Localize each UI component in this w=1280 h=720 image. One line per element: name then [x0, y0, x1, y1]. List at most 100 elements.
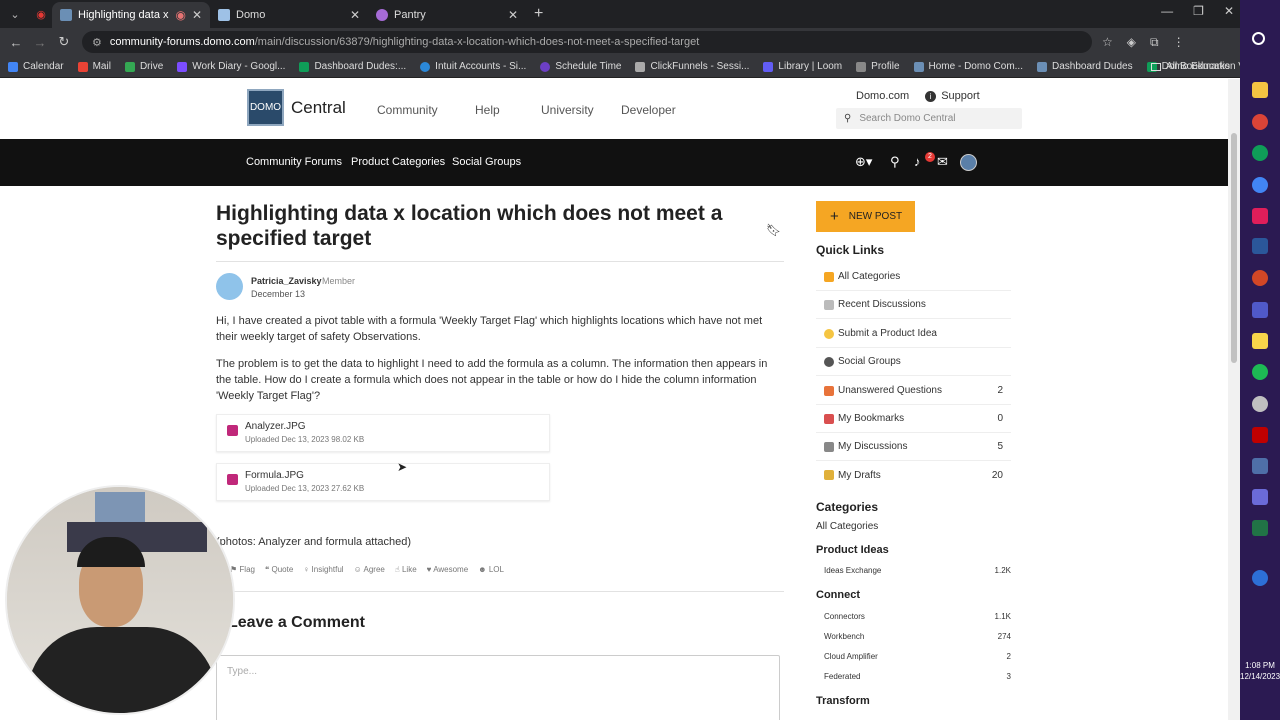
menu-icon[interactable]: ⋮	[1173, 35, 1185, 50]
search-icon[interactable]	[1252, 32, 1265, 45]
quick-link-my-discussions[interactable]: My Discussions 5	[816, 433, 1011, 461]
user-avatar[interactable]	[960, 154, 977, 171]
new-tab-icon[interactable]: +	[534, 5, 543, 23]
globe-icon[interactable]: ⊕▾	[855, 154, 872, 170]
subnav-community-forums[interactable]: Community Forums	[246, 156, 342, 168]
new-post-button[interactable]: + NEW POST	[816, 201, 915, 232]
reaction-lol[interactable]: ☻ LOL	[478, 565, 504, 574]
minimize-icon[interactable]: —	[1161, 4, 1173, 18]
bookmark[interactable]: Home - Domo Com...	[913, 61, 1023, 72]
category-label: Cloud Amplifier	[824, 652, 878, 661]
bookmark[interactable]: Schedule Time	[540, 61, 621, 72]
bookmark[interactable]: Drive	[124, 61, 163, 72]
category-federated[interactable]: Federated 3	[824, 672, 1011, 681]
bookmark[interactable]: Library | Loom	[763, 61, 842, 72]
tab-close-icon[interactable]: ✕	[192, 8, 202, 22]
teams-icon[interactable]	[1252, 302, 1268, 318]
quick-link-submit-idea[interactable]: Submit a Product Idea	[816, 320, 1011, 348]
forward-icon[interactable]: →	[28, 35, 52, 50]
nav-developer[interactable]: Developer	[621, 103, 676, 117]
attachment[interactable]: Analyzer.JPG Uploaded Dec 13, 2023 98.02…	[216, 414, 550, 452]
reaction-quote[interactable]: ❝ Quote	[265, 565, 293, 574]
nav-university[interactable]: University	[541, 103, 594, 117]
quick-link-unanswered[interactable]: Unanswered Questions 2	[816, 377, 1011, 405]
all-categories-link[interactable]: All Categories	[816, 521, 1003, 532]
bookmark[interactable]: Work Diary - Googl...	[177, 61, 285, 72]
reload-icon[interactable]: ↻	[52, 34, 76, 50]
app-icon[interactable]	[1252, 396, 1268, 412]
bookmark-icon[interactable]: 🔖︎	[766, 223, 781, 237]
comment-input[interactable]: Type...	[216, 655, 780, 720]
chrome-icon[interactable]	[1252, 177, 1268, 193]
tab-close-icon[interactable]: ✕	[508, 8, 518, 22]
help-icon[interactable]	[1252, 570, 1268, 586]
extension-icon[interactable]: ◈	[1127, 35, 1136, 50]
powerpoint-icon[interactable]	[1252, 270, 1268, 286]
reaction-insightful[interactable]: ♀ Insightful	[303, 565, 343, 574]
logo-text[interactable]: Central	[291, 98, 346, 118]
subnav-product-categories[interactable]: Product Categories	[351, 156, 445, 168]
word-icon[interactable]	[1252, 238, 1268, 254]
quick-link-my-drafts[interactable]: My Drafts 20	[816, 461, 1011, 489]
author-avatar[interactable]	[216, 273, 243, 300]
mail-icon[interactable]: ✉	[937, 154, 948, 170]
chrome-icon[interactable]	[1252, 114, 1268, 130]
reaction-flag[interactable]: ⚑ Flag	[230, 565, 255, 574]
browser-tab[interactable]: Highlighting data x locatio ◉ ✕	[52, 2, 210, 28]
restore-icon[interactable]: ❐	[1193, 4, 1204, 18]
bookmark[interactable]: Dashboard Dudes	[1036, 61, 1133, 72]
files-icon[interactable]	[1252, 82, 1268, 98]
bookmark-star-icon[interactable]: ☆	[1102, 35, 1113, 50]
chrome-icon[interactable]	[1252, 145, 1268, 161]
quick-link-label: My Drafts	[838, 469, 881, 481]
sticky-notes-icon[interactable]	[1252, 333, 1268, 349]
page-scrollbar[interactable]	[1228, 79, 1240, 720]
quick-link-social-groups[interactable]: Social Groups	[816, 348, 1011, 376]
bookmark[interactable]: ClickFunnels - Sessi...	[635, 61, 749, 72]
tab-close-icon[interactable]: ✕	[350, 8, 360, 22]
back-icon[interactable]: ←	[4, 35, 28, 50]
excel-icon[interactable]	[1252, 520, 1268, 536]
category-ideas-exchange[interactable]: Ideas Exchange 1.2K	[824, 566, 1011, 575]
reaction-agree[interactable]: ☺ Agree	[354, 565, 385, 574]
search-input[interactable]: ⚲ Search Domo Central	[836, 108, 1022, 129]
author-name[interactable]: Patricia_Zavisky	[251, 276, 322, 286]
attachment[interactable]: Formula.JPG Uploaded Dec 13, 2023 27.62 …	[216, 463, 550, 501]
subnav-social-groups[interactable]: Social Groups	[452, 156, 521, 168]
bookmark[interactable]: Calendar	[8, 61, 64, 72]
all-bookmarks[interactable]: All Bookmarks	[1151, 61, 1230, 72]
bookmark[interactable]: Profile	[856, 61, 900, 72]
close-window-icon[interactable]: ✕	[1224, 4, 1234, 18]
category-workbench[interactable]: Workbench 274	[824, 632, 1011, 641]
domo-com-link[interactable]: Domo.com	[856, 90, 909, 102]
reaction-like[interactable]: ☝ Like	[395, 565, 417, 574]
quick-link-bookmarks[interactable]: My Bookmarks 0	[816, 405, 1011, 433]
quick-link-recent-discussions[interactable]: Recent Discussions	[816, 291, 1011, 319]
bell-icon[interactable]: ♪	[914, 154, 921, 169]
record-icon[interactable]: ◉	[30, 4, 52, 24]
nav-help[interactable]: Help	[475, 103, 500, 117]
bookmark[interactable]: Intuit Accounts - Si...	[420, 61, 526, 72]
support-link[interactable]: i Support	[925, 90, 980, 102]
tab-search-icon[interactable]: ⌄	[4, 4, 26, 24]
nav-community[interactable]: Community	[377, 103, 438, 117]
spotify-icon[interactable]	[1252, 364, 1268, 380]
browser-tab[interactable]: Pantry ✕	[368, 2, 526, 28]
domo-logo[interactable]: DOMO	[247, 89, 284, 126]
filezilla-icon[interactable]	[1252, 427, 1268, 443]
scrollbar-thumb[interactable]	[1231, 133, 1237, 363]
site-info-icon[interactable]: ⚙	[92, 36, 102, 49]
bookmark[interactable]: Dashboard Dudes:...	[299, 61, 406, 72]
quick-link-all-categories[interactable]: All Categories	[816, 263, 1011, 291]
search-icon[interactable]: ⚲	[890, 154, 900, 170]
category-connectors[interactable]: Connectors 1.1K	[824, 612, 1011, 621]
category-cloud-amplifier[interactable]: Cloud Amplifier 2	[824, 652, 1011, 661]
extensions-puzzle-icon[interactable]: ⧉	[1150, 35, 1159, 50]
address-bar[interactable]: ⚙ community-forums.domo.com /main/discus…	[82, 31, 1092, 53]
slack-icon[interactable]	[1252, 208, 1268, 224]
app-icon[interactable]	[1252, 489, 1268, 505]
browser-tab[interactable]: Domo ✕	[210, 2, 368, 28]
app-icon[interactable]	[1252, 458, 1268, 474]
reaction-awesome[interactable]: ♥ Awesome	[427, 565, 469, 574]
bookmark[interactable]: Mail	[77, 61, 111, 72]
